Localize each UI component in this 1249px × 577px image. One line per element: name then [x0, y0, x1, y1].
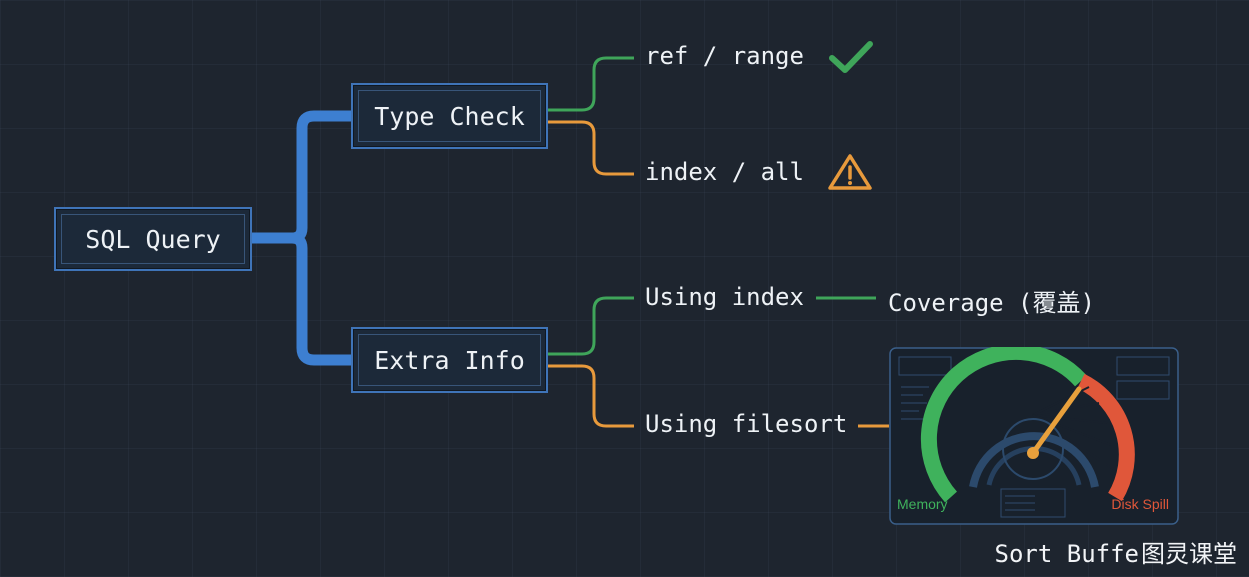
branch-node-label: Type Check [374, 101, 525, 131]
leaf-using-filesort: Using filesort [645, 410, 848, 438]
root-node-sql-query[interactable]: SQL Query [54, 207, 252, 271]
check-icon [829, 41, 873, 73]
brand-logo-text: 图灵课堂 [1141, 540, 1237, 568]
sort-buffer-gauge-panel: Memory Disk Spill [889, 343, 1179, 525]
leaf-using-index: Using index [645, 283, 804, 311]
footer-caption-text: Sort Buffe [994, 540, 1140, 568]
warning-icon [828, 154, 872, 190]
leaf-ref-range: ref / range [645, 42, 804, 70]
branch-node-extra-info[interactable]: Extra Info [351, 327, 548, 393]
footer-caption: Sort Buffe图灵课堂 [995, 534, 1238, 569]
leaf-index-all: index / all [645, 158, 804, 186]
leaf-coverage-note: Coverage (覆盖) [888, 289, 1095, 317]
root-node-label: SQL Query [85, 224, 221, 254]
branch-node-type-check[interactable]: Type Check [351, 83, 548, 149]
gauge-left-label: Memory [897, 496, 948, 512]
branch-node-label: Extra Info [374, 345, 525, 375]
gauge-right-label: Disk Spill [1111, 496, 1169, 512]
